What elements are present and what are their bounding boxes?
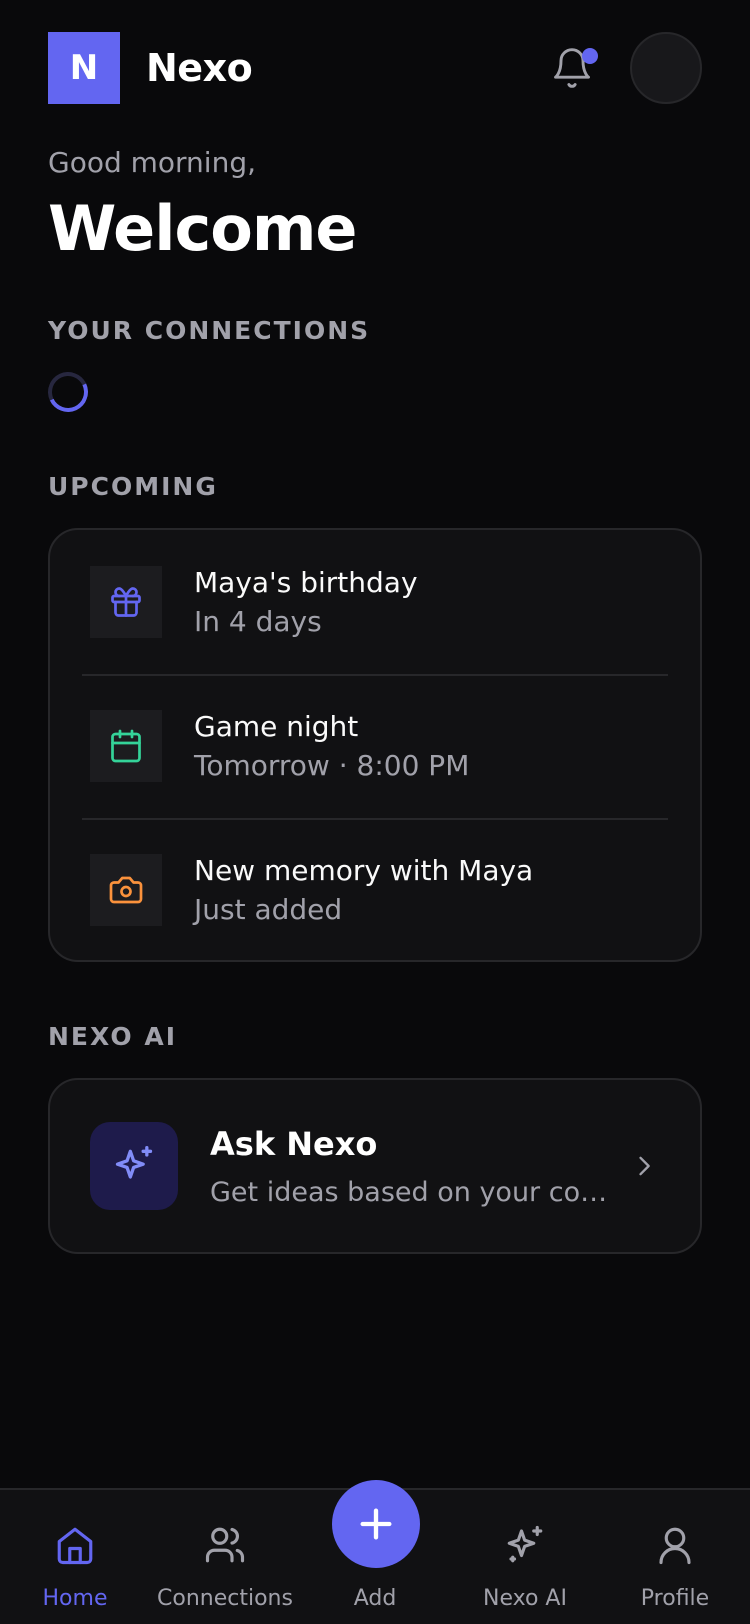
connections-section-label: YOUR CONNECTIONS	[48, 316, 371, 345]
sparkle-icon	[115, 1146, 153, 1179]
upcoming-title: New memory with Maya	[194, 854, 534, 887]
logo-letter: N	[69, 48, 99, 88]
nav-label: Add	[353, 1586, 397, 1611]
notifications-button[interactable]	[550, 44, 598, 92]
nav-label: Home	[42, 1586, 108, 1611]
app-header: N Nexo	[48, 32, 702, 104]
ask-nexo-card[interactable]: Ask Nexo Get ideas based on your connect…	[48, 1078, 702, 1254]
upcoming-icon-box	[90, 854, 162, 926]
ai-card-title: Ask Nexo	[210, 1124, 378, 1163]
app-name: Nexo	[146, 46, 253, 90]
nav-nexo-ai[interactable]: Nexo AI	[450, 1490, 600, 1624]
gift-icon	[111, 587, 141, 617]
upcoming-item-game-night[interactable]: Game night Tomorrow · 8:00 PM	[82, 674, 668, 818]
home-screen: N Nexo Good morning, Welcome YOUR CONNEC…	[0, 0, 750, 1624]
upcoming-title: Game night	[194, 710, 359, 743]
app-logo: N	[48, 32, 120, 104]
upcoming-subtitle: Just added	[194, 893, 343, 926]
upcoming-text: Game night Tomorrow · 8:00 PM	[194, 710, 469, 782]
upcoming-title: Maya's birthday	[194, 566, 418, 599]
upcoming-card: Maya's birthday In 4 days Game night Tom…	[48, 528, 702, 962]
sparkle-icon	[507, 1525, 543, 1563]
upcoming-section-label: UPCOMING	[48, 472, 218, 501]
ai-card-subtitle: Get ideas based on your connections	[210, 1176, 620, 1208]
nav-home[interactable]: Home	[0, 1490, 150, 1624]
upcoming-subtitle: In 4 days	[194, 605, 322, 638]
ai-section-label: NEXO AI	[48, 1022, 177, 1051]
loading-spinner	[42, 366, 94, 418]
upcoming-text: Maya's birthday In 4 days	[194, 566, 418, 638]
upcoming-item-birthday[interactable]: Maya's birthday In 4 days	[82, 530, 668, 674]
user-icon	[659, 1527, 691, 1565]
nav-label: Connections	[157, 1586, 293, 1611]
nav-label: Nexo AI	[483, 1586, 567, 1611]
nav-label: Profile	[640, 1586, 710, 1611]
nav-profile[interactable]: Profile	[600, 1490, 750, 1624]
ai-icon-box	[90, 1122, 178, 1210]
upcoming-text: New memory with Maya Just added	[194, 854, 533, 926]
nav-connections[interactable]: Connections	[150, 1490, 300, 1624]
upcoming-icon-box	[90, 566, 162, 638]
home-icon	[57, 1527, 93, 1565]
upcoming-item-memory[interactable]: New memory with Maya Just added	[82, 818, 668, 962]
chevron-right-icon	[639, 1156, 650, 1176]
page-title: Welcome	[48, 192, 357, 265]
avatar[interactable]	[630, 32, 702, 104]
camera-icon	[109, 876, 143, 904]
add-button[interactable]	[332, 1480, 420, 1568]
calendar-icon	[111, 729, 141, 763]
upcoming-icon-box	[90, 710, 162, 782]
users-icon	[205, 1527, 245, 1563]
notification-dot	[582, 48, 598, 64]
upcoming-subtitle: Tomorrow · 8:00 PM	[194, 749, 470, 782]
ai-text: Ask Nexo Get ideas based on your connect…	[210, 1125, 620, 1208]
header-actions	[550, 32, 702, 104]
plus-icon	[360, 1508, 392, 1540]
greeting-text: Good morning,	[48, 146, 257, 179]
